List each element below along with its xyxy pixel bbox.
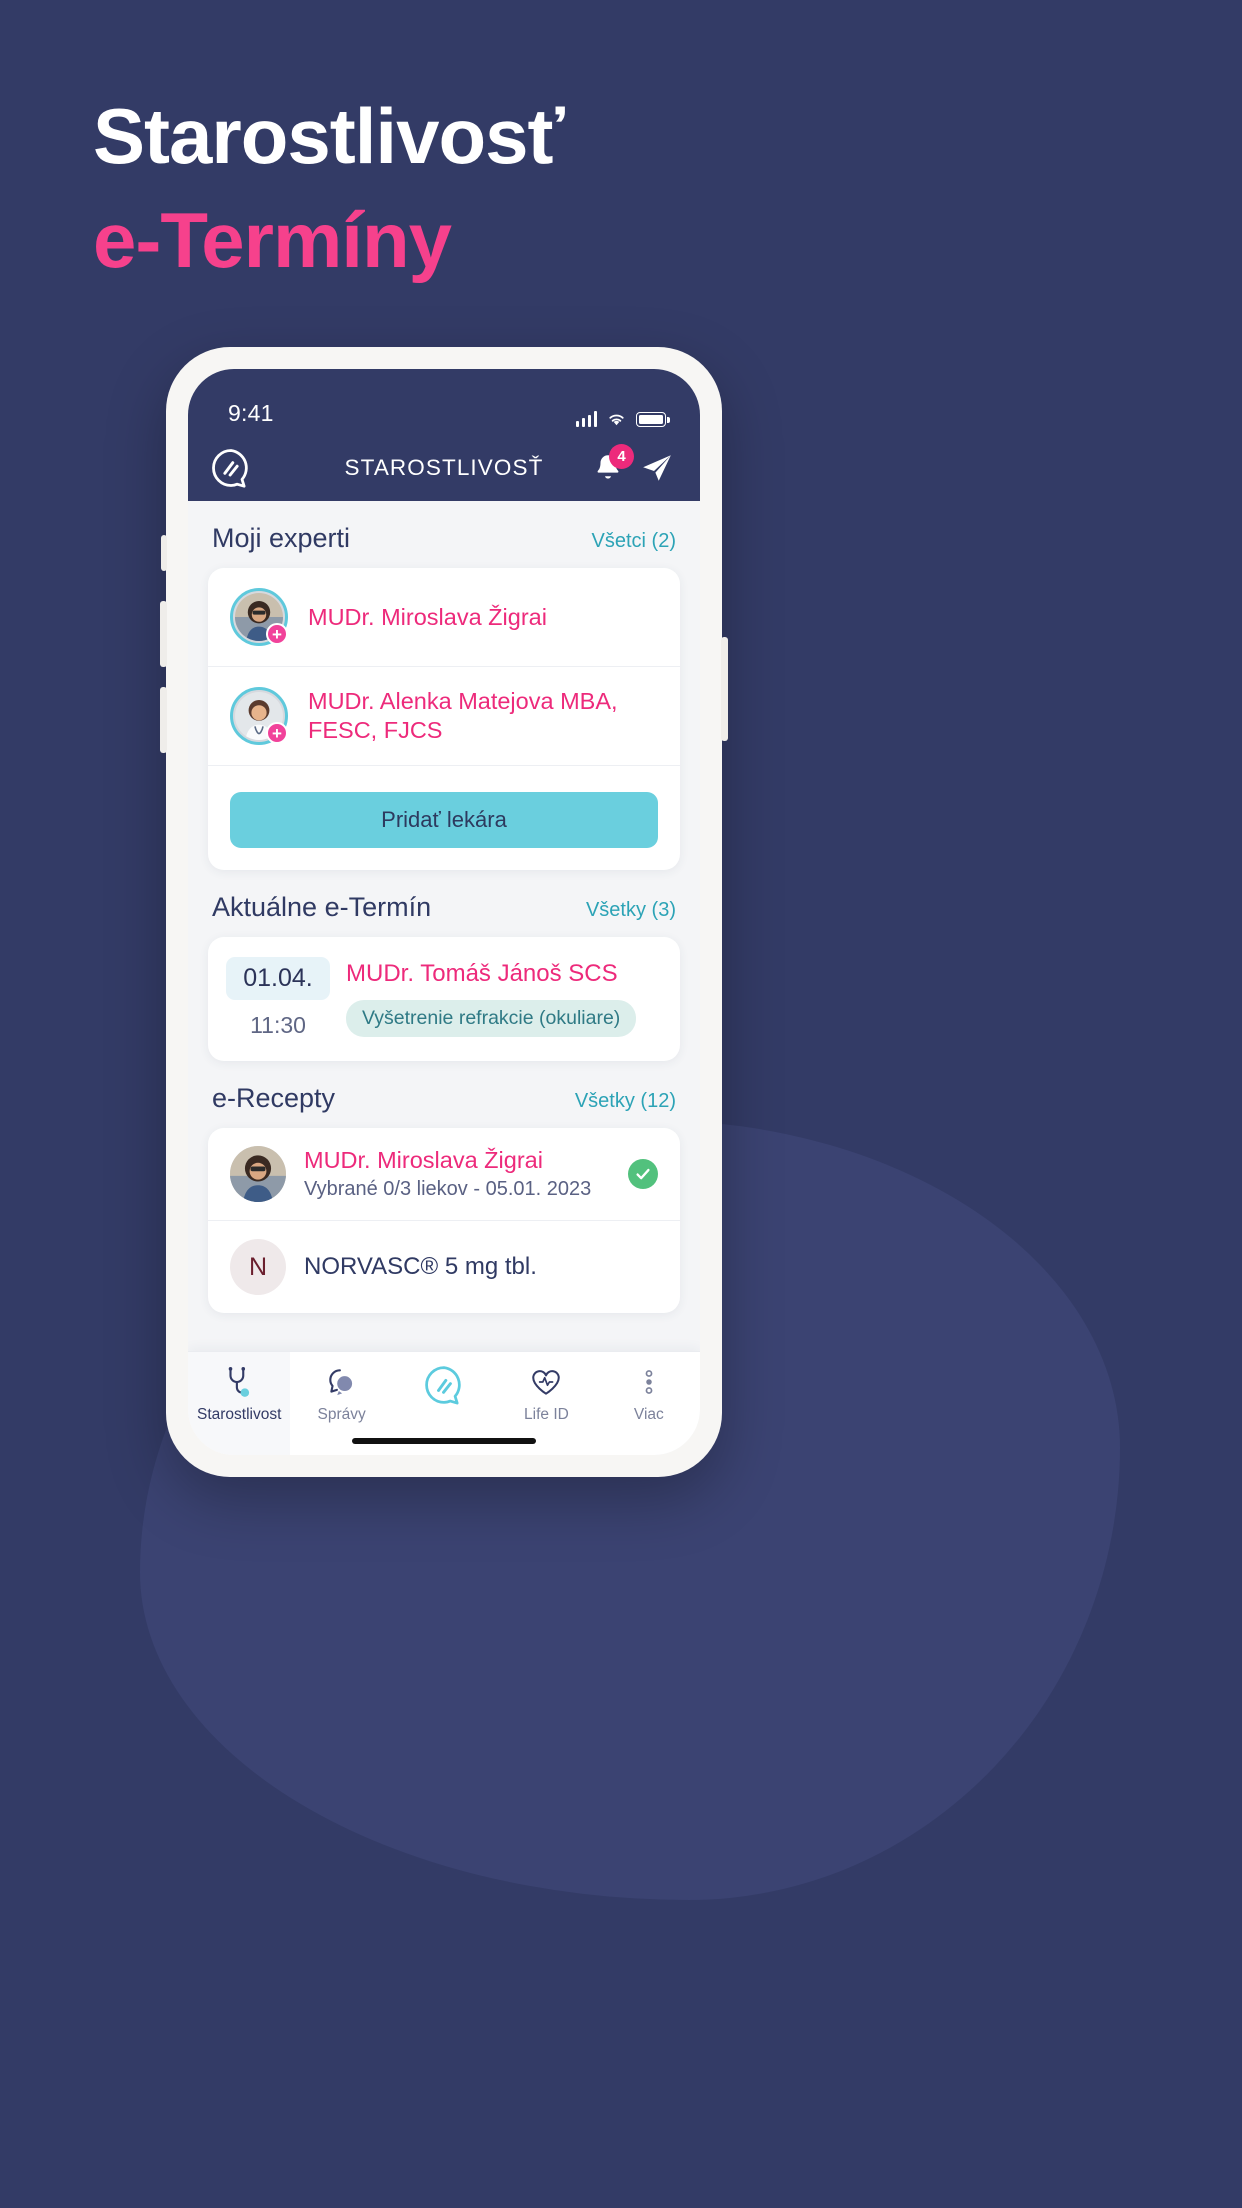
phone-screen: 9:41 STAROSTLIVOSŤ 4 Moji experti Všetci… [188, 369, 700, 1455]
section-link-prescriptions[interactable]: Všetky (12) [575, 1090, 676, 1113]
avatar-image [230, 1146, 286, 1202]
paper-plane-icon[interactable] [640, 453, 674, 483]
appointment-row[interactable]: 01.04. 11:30 MUDr. Tomáš Jánoš SCS Vyšet… [208, 937, 680, 1061]
section-header-appointments: Aktuálne e-Termín Všetky (3) [208, 870, 680, 937]
avatar: + [230, 588, 288, 646]
experts-card: + MUDr. Miroslava Žigrai + MUDr. Alenka … [208, 568, 680, 870]
prescription-row[interactable]: MUDr. Miroslava Žigrai Vybrané 0/3 lieko… [208, 1128, 680, 1220]
expert-row[interactable]: + MUDr. Alenka Matejova MBA, FESC, FJCS [208, 666, 680, 765]
promo-headline: Starostlivosť e-Termíny [93, 92, 565, 285]
appointment-type-chip: Vyšetrenie refrakcie (okuliare) [346, 1000, 637, 1037]
notification-badge: 4 [609, 444, 634, 469]
medicine-row[interactable]: N NORVASC® 5 mg tbl. [208, 1220, 680, 1313]
section-link-experts[interactable]: Všetci (2) [592, 530, 676, 553]
section-title-appointments: Aktuálne e-Termín [212, 892, 432, 922]
status-time: 9:41 [228, 400, 274, 426]
mute-switch[interactable] [161, 535, 167, 571]
home-indicator[interactable] [352, 1438, 536, 1444]
chat-bubble-icon [328, 1369, 352, 1396]
add-doctor-wrap: Pridať lekára [208, 765, 680, 848]
appointment-time: 11:30 [250, 1012, 306, 1038]
appointment-date: 01.04. [226, 957, 330, 1000]
tab-label: Life ID [524, 1406, 569, 1423]
check-circle-icon [628, 1159, 658, 1189]
appointments-card[interactable]: 01.04. 11:30 MUDr. Tomáš Jánoš SCS Vyšet… [208, 937, 680, 1061]
tab-viac[interactable]: Viac [598, 1352, 700, 1455]
avatar: + [230, 687, 288, 745]
headline-line-2: e-Termíny [93, 196, 452, 285]
heart-pulse-icon [532, 1370, 561, 1395]
volume-down-button[interactable] [160, 687, 167, 753]
power-button[interactable] [721, 637, 728, 741]
more-dots-icon [645, 1370, 653, 1394]
status-icons [575, 411, 670, 427]
tab-label: Viac [633, 1406, 664, 1423]
app-bar: STAROSTLIVOSŤ 4 [188, 435, 700, 501]
status-bar: 9:41 [188, 369, 700, 435]
section-title-experts: Moji experti [212, 523, 351, 553]
expert-name: MUDr. Miroslava Žigrai [308, 603, 547, 630]
promo-screenshot: Starostlivosť e-Termíny 9:41 STAROSTLIVO… [0, 0, 1242, 2208]
expert-row[interactable]: + MUDr. Miroslava Žigrai [208, 568, 680, 666]
medicine-name: NORVASC® 5 mg tbl. [304, 1253, 537, 1280]
volume-up-button[interactable] [160, 601, 167, 667]
section-link-appointments[interactable]: Všetky (3) [586, 899, 676, 922]
battery-icon [636, 412, 670, 427]
notifications-button[interactable]: 4 [594, 444, 634, 483]
section-header-experts: Moji experti Všetci (2) [208, 501, 680, 568]
tab-starostlivost[interactable]: Starostlivost [188, 1352, 291, 1455]
tab-label: Správy [317, 1406, 366, 1423]
medicine-initial: N [230, 1239, 286, 1295]
add-doctor-button[interactable]: Pridať lekára [230, 792, 658, 848]
add-expert-badge[interactable]: + [266, 722, 288, 744]
phone-mockup: 9:41 STAROSTLIVOSŤ 4 Moji experti Všetci… [160, 347, 728, 1477]
tab-label: Starostlivost [196, 1406, 282, 1423]
expert-name: MUDr. Alenka Matejova MBA, FESC, FJCS [308, 688, 618, 743]
prescription-doctor: MUDr. Miroslava Žigrai [304, 1147, 543, 1173]
screen-content[interactable]: Moji experti Všetci (2) + MUDr. Miroslav… [188, 501, 700, 1455]
app-logo-icon[interactable] [210, 447, 252, 489]
appointment-when: 01.04. 11:30 [226, 957, 330, 1039]
headline-line-1: Starostlivosť [93, 92, 565, 180]
appointment-doctor: MUDr. Tomáš Jánoš SCS [346, 960, 618, 987]
prescriptions-card[interactable]: MUDr. Miroslava Žigrai Vybrané 0/3 lieko… [208, 1128, 680, 1313]
section-header-prescriptions: e-Recepty Všetky (12) [208, 1061, 680, 1128]
stethoscope-icon [228, 1367, 250, 1397]
app-bar-actions: 4 [594, 444, 674, 483]
prescription-text: MUDr. Miroslava Žigrai Vybrané 0/3 lieko… [304, 1147, 591, 1201]
prescription-subtitle: Vybrané 0/3 liekov - 05.01. 2023 [304, 1178, 592, 1200]
appointment-main: MUDr. Tomáš Jánoš SCS Vyšetrenie refrakc… [346, 957, 637, 1039]
add-expert-badge[interactable]: + [266, 623, 288, 645]
signal-bars-icon [575, 411, 597, 427]
wifi-icon [609, 414, 624, 426]
section-title-prescriptions: e-Recepty [212, 1083, 336, 1113]
app-logo-icon [425, 1366, 461, 1405]
